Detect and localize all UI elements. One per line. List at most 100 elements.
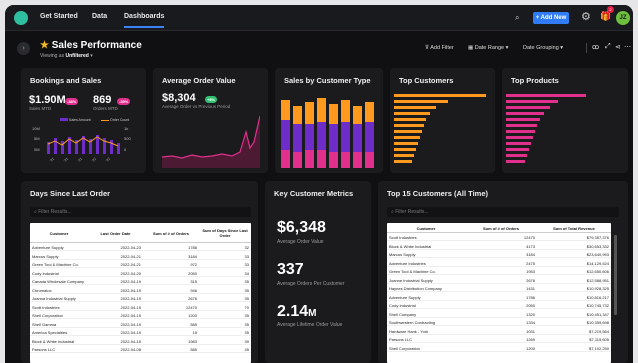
table-row[interactable]: Adventure Supply 2022-04-23 1786 32 <box>30 244 251 251</box>
expand-icon[interactable]: ⤢ <box>605 43 611 51</box>
table-cell: 2022-04-08 <box>120 347 141 352</box>
table-cell: 1983 <box>188 338 197 344</box>
table-row[interactable]: Cody Industrial 2050 $10,745,732 <box>387 302 611 309</box>
bar-segment <box>365 102 374 122</box>
bar-segment <box>329 152 338 168</box>
table-row[interactable]: Southwestern Contracting 1334 $10,359,698 <box>387 319 611 326</box>
table-row[interactable]: Hardware Hank - York 1031 $7,219,564 <box>387 328 611 335</box>
add-new-button[interactable]: + Add New <box>533 12 569 24</box>
collapse-sidebar-button[interactable]: › <box>17 42 30 55</box>
logo-icon[interactable] <box>14 11 28 25</box>
star-icon[interactable]: ★ <box>40 40 49 51</box>
col-header[interactable]: Sum of # of Orders <box>143 223 199 243</box>
table-cell: Green Tool & Machine Co. <box>389 269 436 274</box>
bar-segment <box>365 122 374 152</box>
table-row[interactable]: Scott Industries 12470 $79,357,376 <box>387 234 611 241</box>
bar <box>394 124 424 127</box>
tab-get-started[interactable]: Get Started <box>40 13 78 20</box>
bar <box>506 100 558 103</box>
table-row[interactable]: Adventure Supply 1786 $10,816,217 <box>387 294 611 301</box>
scrollbar[interactable] <box>614 235 617 315</box>
col-header[interactable]: Customer <box>387 223 465 233</box>
table-cell: 1334 <box>526 320 535 325</box>
col-header[interactable]: Sum of Days Since Last Order <box>199 223 251 243</box>
search-icon: ⌕ <box>34 209 37 215</box>
legend-swatch-orange <box>101 119 109 121</box>
search-icon[interactable]: ⌕ <box>515 13 519 23</box>
bar-segment <box>365 152 374 168</box>
table-row[interactable]: America Specialties 2022-04-19 15 35 <box>30 329 251 336</box>
table-cell: Green Tool & Machine Co. <box>32 262 79 267</box>
table-row[interactable]: Chromatox 2022-04-19 946 35 <box>30 287 251 294</box>
col-header[interactable]: Sum of Total Revenue <box>537 223 611 233</box>
tab-data[interactable]: Data <box>92 13 107 20</box>
bookings-combo-chart <box>47 135 120 154</box>
add-filter-button[interactable]: ⊽ Add Filter <box>425 45 454 51</box>
table-cell: 946 <box>190 287 197 293</box>
days-table: Customer Last Order Date Sum of # of Ord… <box>30 223 251 363</box>
table-cell: 2022-04-19 <box>120 313 141 318</box>
orders-mtd-value: 869 <box>93 94 112 106</box>
table-cell: 35 <box>244 287 249 293</box>
table-row[interactable]: Block & White Industrial 2022-04-15 1983 39 <box>30 338 251 345</box>
bar <box>394 118 426 121</box>
col-header[interactable]: Last Order Date <box>88 223 143 243</box>
gear-icon[interactable]: ⚙ <box>581 10 591 23</box>
table-row[interactable]: Shell Company 1320 $10,451,347 <box>387 311 611 318</box>
legend-order-count: Order Count <box>101 118 129 122</box>
table-cell: 3184 <box>188 253 197 259</box>
table-row[interactable]: Shell Gamma 2022-04-19 585 35 <box>30 321 251 328</box>
table-row[interactable]: Block & White Industrial 4173 $30,653,332 <box>387 243 611 250</box>
table-cell: 3184 <box>526 252 535 257</box>
table-cell: Shell Corporation <box>32 313 63 318</box>
table-row[interactable]: Joanna Industrial Supply 2022-04-19 2676 35 <box>30 295 251 302</box>
table-cell: 972 <box>190 262 197 267</box>
table-row[interactable]: Parsons LLC 2022-04-08 585 45 <box>30 346 251 353</box>
table-row[interactable]: Marcus Supply 3184 $23,640,993 <box>387 251 611 258</box>
more-icon[interactable]: ⋯ <box>624 43 631 51</box>
bar-segment <box>281 150 290 168</box>
legend-sales-label: Sales Amount <box>68 118 91 122</box>
glasses-icon[interactable]: ꝏ <box>592 43 599 51</box>
x-tick: '22 <box>105 156 112 163</box>
table-row[interactable]: Scott Industries 2022-04-19 12470 70 <box>30 304 251 311</box>
key-customer-metrics-card: Key Customer Metrics $6,348 Average Orde… <box>265 181 371 363</box>
table-row[interactable]: Cody Industrial 2022-04-20 2050 34 <box>30 270 251 277</box>
table-row[interactable]: Green Tool & Machine Co. 1953 $12,650,606 <box>387 268 611 275</box>
top-15-customers-card: Top 15 Customers (All Time) ⌕ Filter Res… <box>378 181 628 363</box>
table-row[interactable]: Green Tool & Machine Co. 2022-04-21 972 33 <box>30 261 251 268</box>
bar <box>506 160 525 163</box>
col-header[interactable]: Customer <box>30 223 88 243</box>
avatar[interactable]: JZ <box>616 11 630 25</box>
app-window: Get Started Data Dashboards ⌕ + Add New … <box>5 5 633 363</box>
date-range-button[interactable]: ▦ Date Range ▾ <box>468 45 508 51</box>
x-tick: '21 <box>49 156 56 163</box>
bookings-sales-card: Bookings and Sales $1.90M -38% Sales MTD… <box>21 68 146 173</box>
tab-dashboards[interactable]: Dashboards <box>124 13 165 28</box>
table-row[interactable]: Marcus Supply 2022-04-21 3184 33 <box>30 253 251 260</box>
table-cell: Scott Industries <box>389 235 417 240</box>
days-search-input[interactable]: ⌕ Filter Results... <box>30 207 251 217</box>
viewing-as[interactable]: Viewing as Unfiltered ▾ <box>40 53 93 59</box>
table-cell: 2022-04-19 <box>120 287 141 293</box>
table-cell: 585 <box>190 321 197 327</box>
top15-search-input[interactable]: ⌕ Filter Results... <box>387 207 619 217</box>
table-cell: Adventure Industries <box>389 260 426 266</box>
table-row[interactable]: Canada Wholesale Company 2022-04-19 315 35 <box>30 278 251 285</box>
table-cell: Southwestern Contracting <box>389 320 436 325</box>
table-row[interactable]: Shell Corporation 2022-04-19 1200 35 <box>30 312 251 319</box>
date-grouping-button[interactable]: Date Grouping ▾ <box>523 45 563 51</box>
table-row[interactable]: Shell Corporation 1200 $7,102,250 <box>387 345 611 352</box>
table-cell: 33 <box>244 262 249 267</box>
table-row[interactable]: Haynes Distribution Company 1431 $10,928,3… <box>387 285 611 292</box>
col-header[interactable]: Sum of # of Orders <box>465 223 537 233</box>
bar <box>394 160 412 163</box>
aov-change-badge: +8% <box>205 96 218 103</box>
table-row[interactable]: Adventure Industries 2475 $14,129,524 <box>387 260 611 267</box>
y-tick-left-2: 0M <box>34 147 40 152</box>
share-icon[interactable]: ⋖ <box>615 43 621 51</box>
table-row[interactable]: Joanne Industrial Supply 2676 $12,588,951 <box>387 277 611 284</box>
table-cell: 70 <box>244 304 249 310</box>
lifetime-label: Average Lifetime Order Value <box>277 322 343 328</box>
table-row[interactable]: Parsons LLC 1269 $7,115,605 <box>387 336 611 343</box>
